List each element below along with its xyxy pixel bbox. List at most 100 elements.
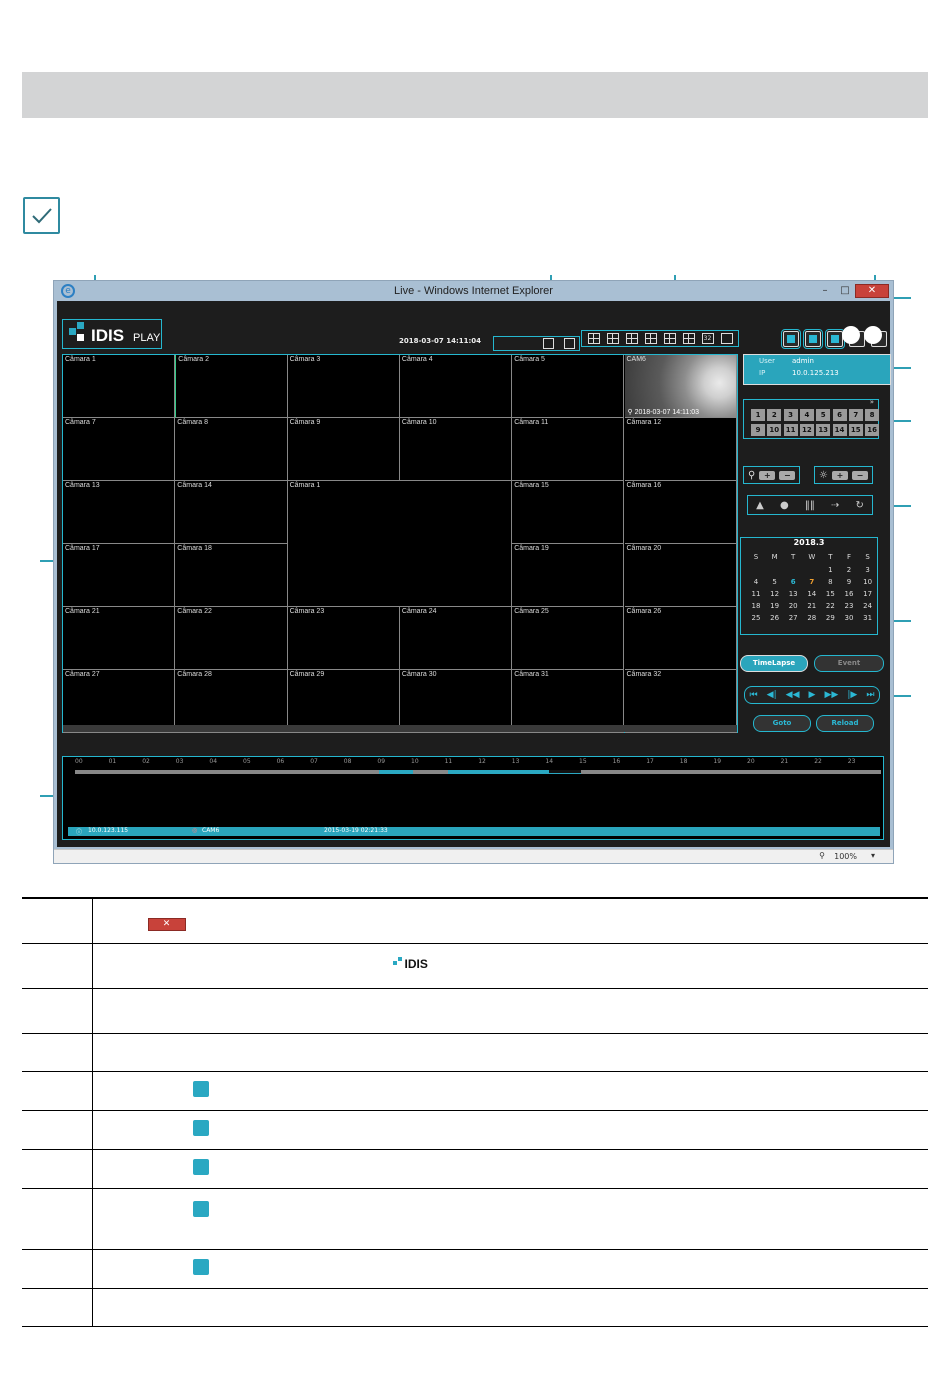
calendar-day[interactable]: 7 <box>803 578 821 586</box>
calendar-day[interactable]: 9 <box>840 578 858 586</box>
calendar-day[interactable]: 12 <box>766 590 784 598</box>
camera-number-button[interactable]: 2 <box>767 409 782 421</box>
split-dual-button[interactable] <box>564 338 575 349</box>
camera-number-button[interactable]: 11 <box>783 424 798 436</box>
brightness-up-button[interactable]: + <box>831 470 848 480</box>
maximize-button[interactable]: □ <box>835 284 855 298</box>
layout-10-button[interactable] <box>682 333 695 344</box>
layout-4-button[interactable] <box>587 333 600 344</box>
sharpen-icon[interactable]: ● <box>780 500 789 511</box>
calendar-day[interactable]: 28 <box>803 614 821 622</box>
reload-button[interactable]: Reload <box>816 715 874 732</box>
calendar-day[interactable]: 30 <box>840 614 858 622</box>
calendar-day[interactable]: 18 <box>747 602 765 610</box>
zoom-level[interactable]: 100% <box>834 852 857 861</box>
camera-tile[interactable]: Câmara 19 <box>512 544 625 607</box>
fast-rewind-icon[interactable]: ◀◀ <box>786 690 800 700</box>
camera-tile[interactable]: Câmara 3 <box>287 355 400 418</box>
camera-tile[interactable]: Câmara 32 <box>624 670 737 733</box>
camera-tile[interactable]: Câmara 29 <box>287 670 400 733</box>
camera-tile[interactable]: Câmara 5 <box>512 355 625 418</box>
camera-tile[interactable]: Câmara 26 <box>624 607 737 670</box>
camera-tile[interactable]: Câmara 11 <box>512 418 625 481</box>
camera-tile[interactable]: Câmara 14 <box>175 481 288 544</box>
camera-tile[interactable]: Câmara 24 <box>399 607 513 670</box>
camera-number-button[interactable]: 8 <box>865 409 880 421</box>
camera-number-button[interactable]: 14 <box>832 424 847 436</box>
camera-tile[interactable]: Câmara 1 <box>287 481 513 607</box>
camera-number-button[interactable]: 15 <box>848 424 863 436</box>
timelapse-button[interactable]: TimeLapse <box>740 655 808 672</box>
layout-32-button[interactable]: 32 <box>701 333 714 344</box>
camera-tile[interactable]: Câmara 18 <box>175 544 288 607</box>
camera-tile[interactable]: Câmara 8 <box>175 418 288 481</box>
calendar-day[interactable]: 21 <box>803 602 821 610</box>
deinterlace-icon[interactable]: ‖‖ <box>805 500 815 511</box>
calendar-day[interactable]: 19 <box>766 602 784 610</box>
calendar-day[interactable]: 5 <box>766 578 784 586</box>
chevron-down-icon[interactable]: ▾ <box>871 851 875 860</box>
camera-number-button[interactable]: 4 <box>799 409 814 421</box>
camera-tile[interactable]: Câmara 28 <box>175 670 288 733</box>
camera-tile[interactable]: Câmara 1 <box>63 355 176 418</box>
camera-number-button[interactable]: 13 <box>816 424 831 436</box>
step-forward-icon[interactable]: |▶ <box>847 690 857 700</box>
camera-tile[interactable]: Câmara 23 <box>287 607 400 670</box>
camera-tile[interactable]: Câmara 7 <box>63 418 176 481</box>
calendar-day[interactable]: 6 <box>784 578 802 586</box>
close-button[interactable]: ✕ <box>855 284 889 298</box>
calendar-day[interactable]: 11 <box>747 590 765 598</box>
camera-tile[interactable]: Câmara 21 <box>63 607 176 670</box>
split-single-button[interactable] <box>543 338 554 349</box>
calendar-day[interactable]: 31 <box>859 614 877 622</box>
brightness-down-button[interactable]: − <box>851 470 868 480</box>
layout-8-button[interactable] <box>663 333 676 344</box>
last-frame-icon[interactable]: ⏭ <box>866 690 874 700</box>
camera-tile[interactable]: Câmara 30 <box>399 670 513 733</box>
calendar-day[interactable]: 20 <box>784 602 802 610</box>
calendar-day[interactable]: 3 <box>859 566 877 574</box>
grid-scrollbar[interactable] <box>63 725 737 732</box>
calendar-day[interactable]: 15 <box>821 590 839 598</box>
calendar-day[interactable]: 25 <box>747 614 765 622</box>
calendar-day[interactable]: 10 <box>859 578 877 586</box>
camera-number-button[interactable]: 9 <box>751 424 765 436</box>
calendar-day[interactable]: 2 <box>840 566 858 574</box>
next-page-icon[interactable]: » <box>870 398 874 406</box>
camera-number-button[interactable]: 7 <box>848 409 863 421</box>
play-mode-button[interactable] <box>803 329 823 349</box>
camera-tile[interactable]: Câmara 16 <box>624 481 737 544</box>
calendar-day[interactable]: 17 <box>859 590 877 598</box>
camera-tile[interactable]: Câmara 9 <box>287 418 400 481</box>
camera-tile[interactable]: Câmara 12 <box>624 418 737 481</box>
calendar-day[interactable]: 4 <box>747 578 765 586</box>
calendar-day[interactable]: 27 <box>784 614 802 622</box>
calendar-day[interactable]: 22 <box>821 602 839 610</box>
fast-forward-icon[interactable]: ▶▶ <box>824 690 838 700</box>
stretch-icon[interactable]: ⇢ <box>831 500 839 511</box>
camera-number-button[interactable]: 10 <box>767 424 782 436</box>
first-frame-icon[interactable]: ⏮ <box>750 690 758 700</box>
contrast-icon[interactable]: ▲ <box>756 500 764 511</box>
camera-tile[interactable]: Câmara 13 <box>63 481 176 544</box>
camera-tile[interactable]: Câmara 15 <box>512 481 625 544</box>
goto-button[interactable]: Goto <box>753 715 811 732</box>
calendar-day[interactable]: 26 <box>766 614 784 622</box>
layout-9-button[interactable] <box>606 333 619 344</box>
step-back-icon[interactable]: ◀| <box>767 690 777 700</box>
camera-number-button[interactable]: 12 <box>799 424 814 436</box>
camera-number-button[interactable]: 5 <box>816 409 831 421</box>
zoom-out-button[interactable]: − <box>779 470 796 480</box>
timeline-cursor[interactable] <box>549 770 581 774</box>
camera-tile[interactable]: Câmara 17 <box>63 544 176 607</box>
camera-tile[interactable]: Câmara 20 <box>624 544 737 607</box>
layout-6-button[interactable] <box>644 333 657 344</box>
calendar-day[interactable]: 8 <box>821 578 839 586</box>
calendar-day[interactable]: 1 <box>821 566 839 574</box>
camera-tile[interactable]: Câmara 25 <box>512 607 625 670</box>
layout-16-button[interactable] <box>625 333 638 344</box>
play-icon[interactable]: ▶ <box>809 690 816 700</box>
calendar-day[interactable]: 24 <box>859 602 877 610</box>
camera-tile[interactable]: Câmara 4 <box>399 355 513 418</box>
camera-tile[interactable]: Câmara 22 <box>175 607 288 670</box>
